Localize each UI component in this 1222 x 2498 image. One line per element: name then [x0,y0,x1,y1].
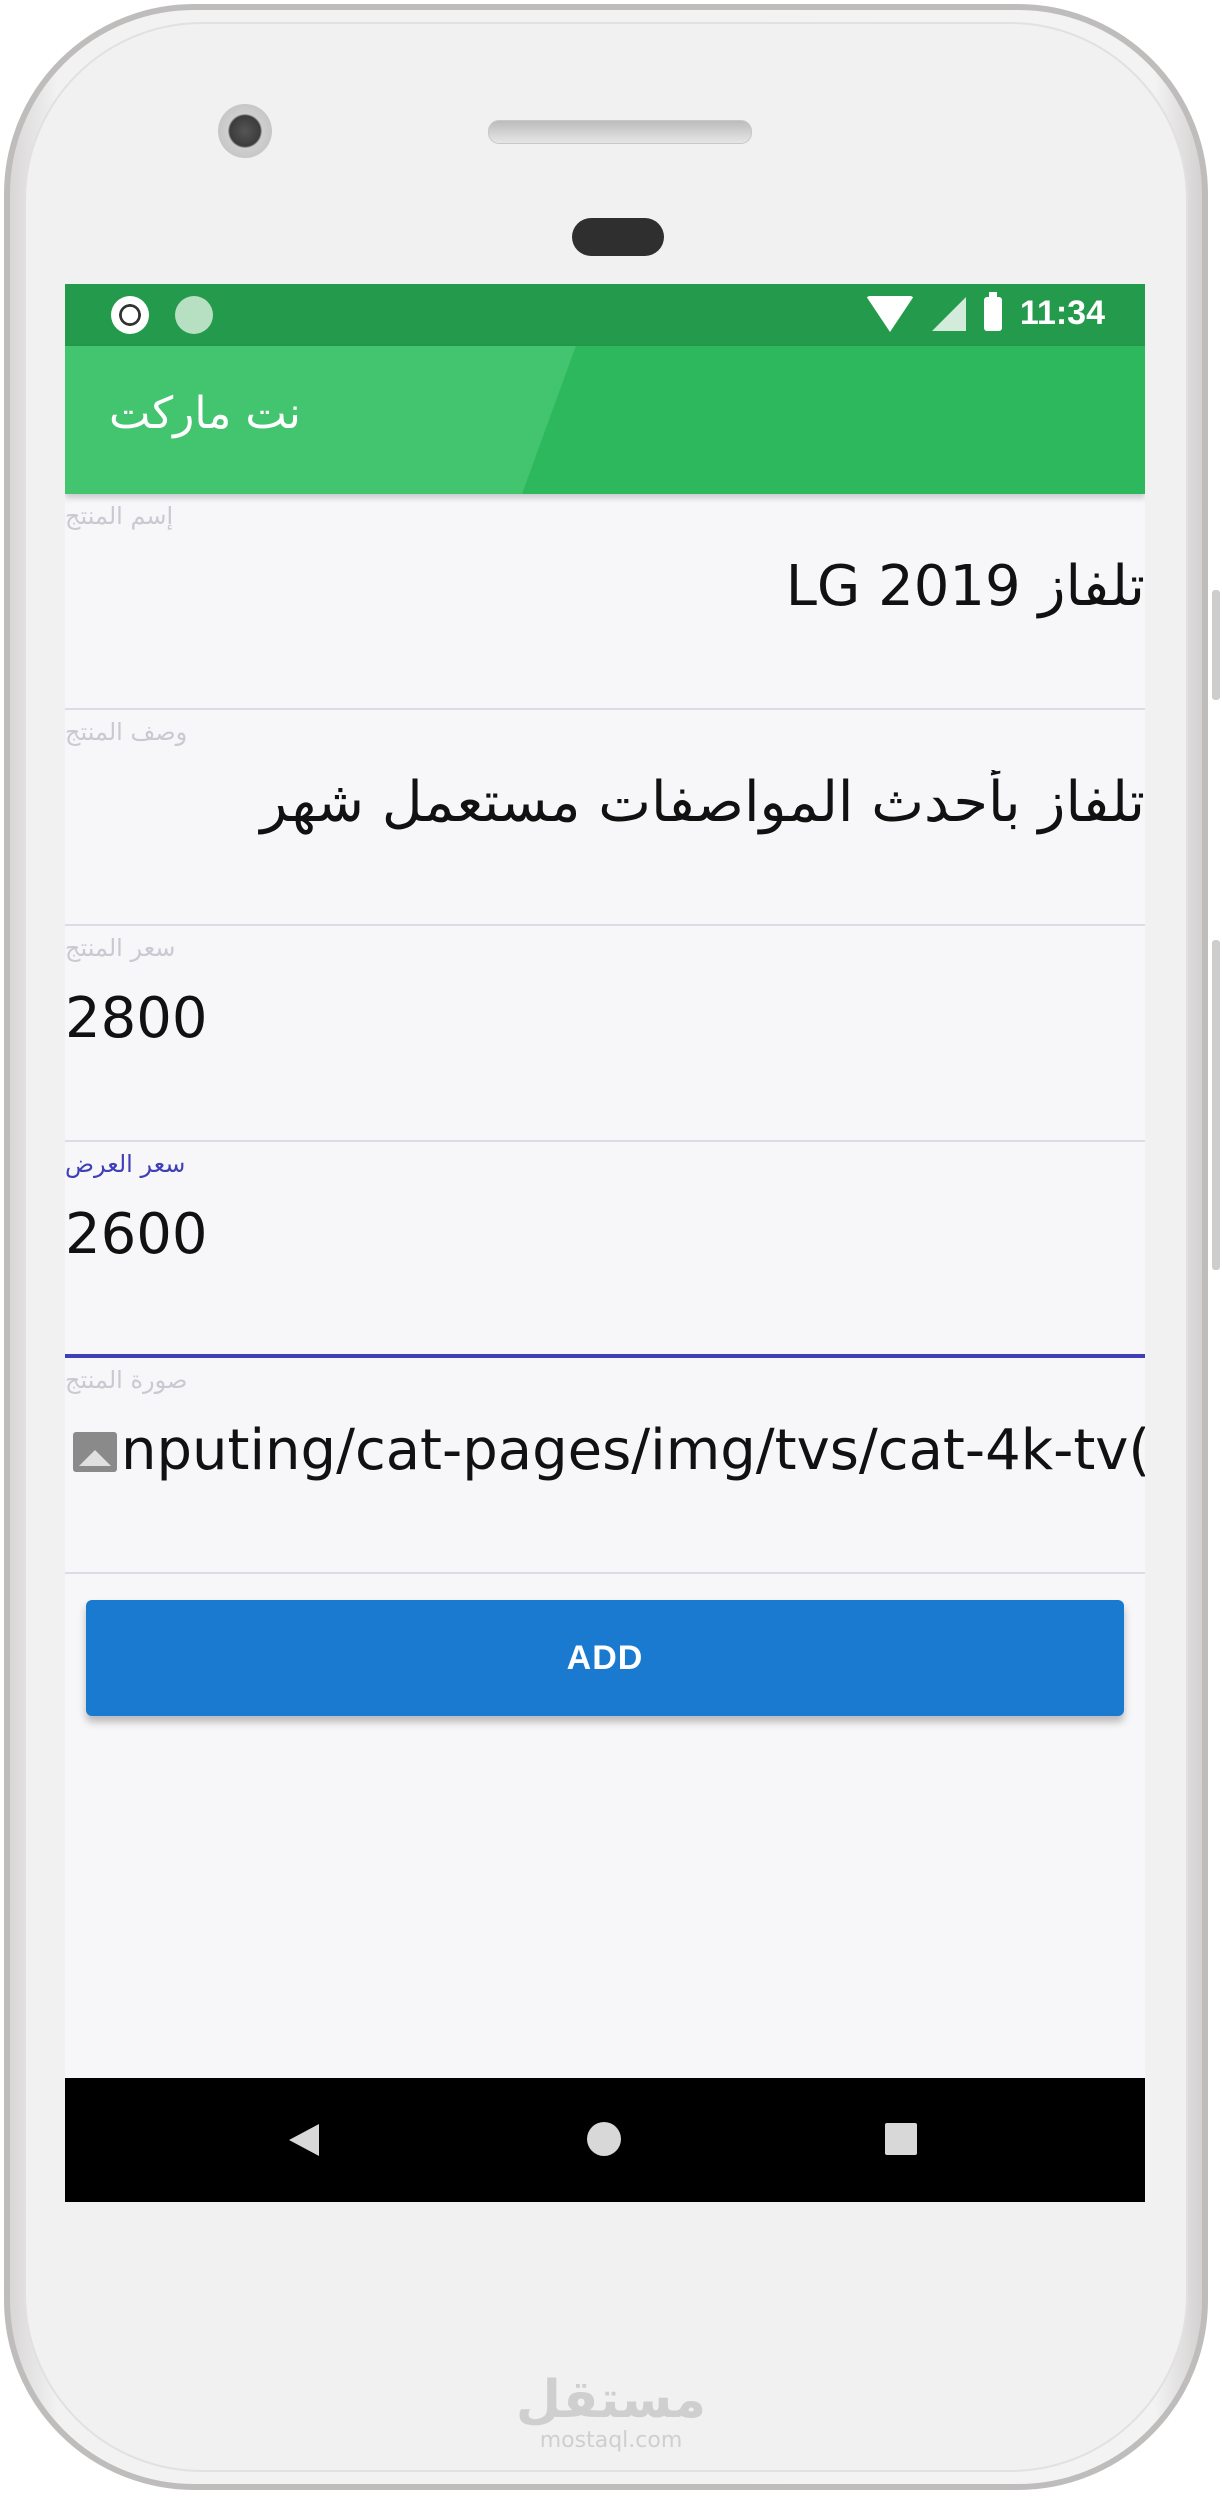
screen: 11:34 نت ماركت إسم المنتج تلفاز LG 2019 … [65,284,1145,2202]
status-bar: 11:34 [65,284,1145,346]
navigation-bar [65,2078,1145,2202]
product-name-field[interactable]: إسم المنتج تلفاز LG 2019 [65,494,1145,710]
app-title: نت ماركت [109,388,301,439]
product-image-input[interactable]: nputing/cat-pages/img/tvs/cat-4k-tv( [121,1418,1145,1483]
battery-icon [983,291,1002,331]
watermark-latin: mostaql.com [539,2428,683,2453]
offer-price-label: سعر العرض [65,1150,186,1178]
product-price-input[interactable]: 2800 [65,986,1145,1051]
circle-icon [175,296,213,334]
image-icon [73,1432,117,1472]
product-price-label: سعر المنتج [65,934,176,962]
home-icon[interactable] [587,2122,621,2156]
product-description-field[interactable]: وصف المنتج تلفاز بأحدث المواصفات مستعمل … [65,710,1145,926]
add-button[interactable]: ADD [86,1600,1124,1716]
front-camera [218,104,272,158]
signal-icon [931,296,966,331]
offer-price-input[interactable]: 2600 [65,1202,1145,1267]
product-price-field[interactable]: سعر المنتج 2800 [65,926,1145,1142]
earpiece-speaker [488,120,752,144]
product-image-field[interactable]: صورة المنتج nputing/cat-pages/img/tvs/ca… [65,1358,1145,1574]
offer-price-field[interactable]: سعر العرض 2600 [65,1142,1145,1358]
soccer-icon [111,296,149,334]
recent-apps-icon[interactable] [885,2123,917,2155]
product-description-input[interactable]: تلفاز بأحدث المواصفات مستعمل شهر [65,770,1145,835]
product-image-label: صورة المنتج [65,1366,188,1394]
back-icon[interactable] [289,2124,319,2156]
product-description-label: وصف المنتج [65,718,188,746]
wifi-icon [865,295,914,332]
power-button [1212,590,1220,700]
watermark-arabic: مستقل [515,2370,707,2430]
product-name-label: إسم المنتج [65,502,174,530]
volume-button [1212,940,1220,1270]
status-time: 11:34 [1019,294,1105,332]
product-name-input[interactable]: تلفاز LG 2019 [65,554,1145,619]
app-bar: نت ماركت [65,346,1145,494]
proximity-sensor [572,218,664,256]
